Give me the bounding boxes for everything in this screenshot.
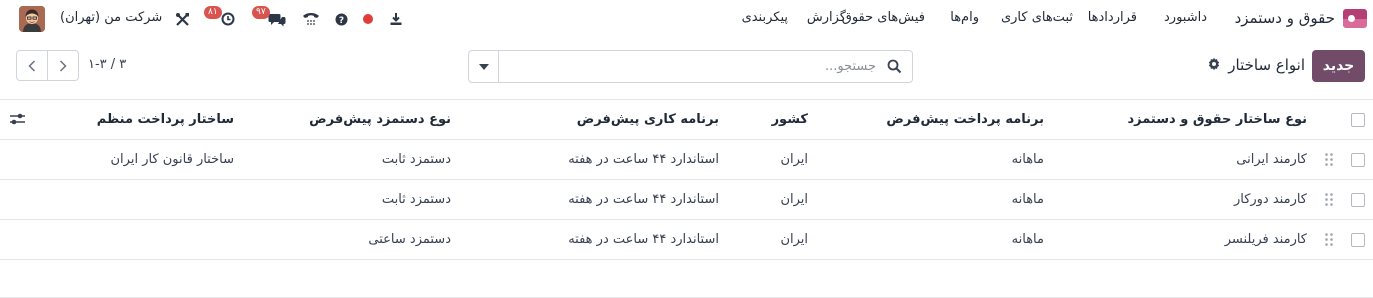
- cell-pay-schedule: ماهانه: [1011, 152, 1044, 167]
- cell-structure-type: کارمند دورکار: [1233, 192, 1307, 207]
- cell-country: ایران: [780, 232, 808, 247]
- pager-value[interactable]: ۱-۳ / ۳: [88, 57, 126, 72]
- chevron-right-icon: [59, 59, 67, 72]
- column-header-pay-schedule[interactable]: برنامه پرداخت پیش‌فرض: [886, 100, 1044, 139]
- phone-icon[interactable]: [301, 9, 321, 29]
- menu-item-work-entries[interactable]: ثبت‌های کاری: [1001, 10, 1073, 25]
- record-icon[interactable]: [358, 9, 378, 29]
- list-view: نوع ساختار حقوق و دستمزد برنامه پرداخت پ…: [0, 99, 1373, 298]
- optional-columns-icon[interactable]: [9, 112, 26, 126]
- drag-handle-icon[interactable]: [1324, 232, 1334, 247]
- cell-working-schedule: استاندارد ۴۴ ساعت در هفته: [568, 152, 719, 167]
- table-row[interactable]: کارمند ایرانی ماهانه ایران استاندارد ۴۴ …: [0, 140, 1373, 180]
- gear-icon[interactable]: [1207, 57, 1221, 71]
- menu-item-reporting[interactable]: گزارش: [807, 10, 846, 25]
- svg-text:?: ?: [338, 16, 343, 26]
- menu-item-payslips[interactable]: فیش‌های حقوق: [842, 10, 925, 25]
- page-title: انواع ساختار: [1228, 56, 1305, 74]
- menu-item-configuration[interactable]: پیکربندی: [742, 10, 788, 25]
- app-name[interactable]: حقوق و دستمزد: [1235, 9, 1335, 27]
- cell-working-schedule: استاندارد ۴۴ ساعت در هفته: [568, 232, 719, 247]
- cell-structure-type: کارمند فریلنسر: [1224, 232, 1307, 247]
- search-input[interactable]: [500, 51, 882, 82]
- cell-wage-type: دستمزد ثابت: [381, 152, 451, 167]
- tools-icon[interactable]: [172, 9, 192, 29]
- search-icon[interactable]: [887, 59, 902, 74]
- search-options-toggle[interactable]: [469, 51, 499, 82]
- avatar[interactable]: [19, 6, 45, 32]
- company-switcher[interactable]: شرکت من (تهران): [60, 10, 162, 25]
- table-header: نوع ساختار حقوق و دستمزد برنامه پرداخت پ…: [0, 99, 1373, 140]
- cell-country: ایران: [780, 192, 808, 207]
- column-header-regular-structure[interactable]: ساختار پرداخت منظم: [97, 100, 234, 139]
- cell-country: ایران: [780, 152, 808, 167]
- cell-wage-type: دستمزد ثابت: [381, 192, 451, 207]
- menu-item-contracts[interactable]: قراردادها: [1088, 10, 1137, 25]
- pager-previous-button[interactable]: [16, 50, 48, 81]
- drag-handle-icon[interactable]: [1324, 152, 1334, 167]
- messages-badge: ۹۷: [252, 6, 270, 19]
- select-all-checkbox[interactable]: [1351, 113, 1365, 127]
- table-row[interactable]: کارمند فریلنسر ماهانه ایران استاندارد ۴۴…: [0, 220, 1373, 260]
- row-checkbox[interactable]: [1351, 233, 1365, 247]
- menu-item-loans[interactable]: وام‌ها: [950, 10, 979, 25]
- column-header-structure-type[interactable]: نوع ساختار حقوق و دستمزد: [1127, 100, 1307, 139]
- column-header-working-schedule[interactable]: برنامه کاری پیش‌فرض: [577, 100, 719, 139]
- cell-pay-schedule: ماهانه: [1011, 232, 1044, 247]
- help-icon[interactable]: ?: [331, 9, 351, 29]
- search-box: [468, 50, 913, 83]
- app-logo-icon[interactable]: [1343, 9, 1367, 28]
- chat-icon[interactable]: [267, 9, 287, 29]
- row-checkbox[interactable]: [1351, 153, 1365, 167]
- cell-working-schedule: استاندارد ۴۴ ساعت در هفته: [568, 192, 719, 207]
- cell-wage-type: دستمزد ساعتی: [368, 232, 451, 247]
- cell-structure-type: کارمند ایرانی: [1236, 152, 1307, 167]
- chevron-left-icon: [28, 59, 36, 72]
- cell-pay-schedule: ماهانه: [1011, 192, 1044, 207]
- list-empty-area: [0, 260, 1373, 298]
- pager-next-button[interactable]: [47, 50, 79, 81]
- table-row[interactable]: کارمند دورکار ماهانه ایران استاندارد ۴۴ …: [0, 180, 1373, 220]
- row-checkbox[interactable]: [1351, 193, 1365, 207]
- column-header-country[interactable]: کشور: [772, 100, 808, 139]
- new-button[interactable]: جدید: [1312, 50, 1365, 82]
- menu-item-dashboard[interactable]: داشبورد: [1164, 10, 1207, 25]
- cell-regular-structure: ساختار قانون کار ایران: [110, 152, 235, 167]
- activities-badge: ۸۱: [204, 6, 222, 19]
- column-header-wage-type[interactable]: نوع دستمزد پیش‌فرض: [309, 100, 451, 139]
- drag-handle-icon[interactable]: [1324, 192, 1334, 207]
- top-navbar: حقوق و دستمزد داشبورد قراردادها ثبت‌های …: [0, 0, 1373, 36]
- download-icon[interactable]: [386, 9, 406, 29]
